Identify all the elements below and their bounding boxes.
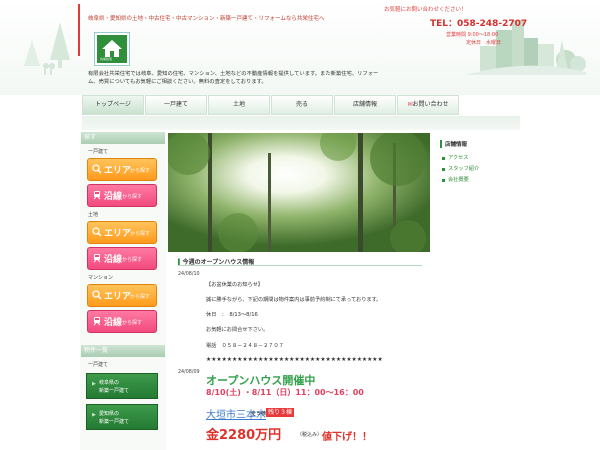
train-icon <box>93 191 101 200</box>
house-area-search-button[interactable]: エリア から探す <box>87 158 157 181</box>
nav-sell-label: 売る <box>295 101 308 108</box>
gifu-listing-line2: 新築一戸建て <box>99 388 130 394</box>
train-icon <box>93 317 101 326</box>
company-logo[interactable]: 共栄住宅 <box>95 33 129 65</box>
train-icon <box>93 254 101 263</box>
open-house-title: オープンハウス開催中 <box>206 374 316 387</box>
magnifier-icon <box>92 290 102 300</box>
sidebar-category-mansion: マンション <box>88 275 114 281</box>
nav-store-label: 店舗情報 <box>352 101 377 108</box>
nav-house[interactable]: 一戸建て <box>145 95 207 119</box>
staff-link[interactable]: スタッフ紹介 <box>448 165 479 172</box>
sidebar-category-land: 土地 <box>88 212 99 218</box>
area-label: エリア <box>104 292 132 302</box>
search-suffix: から探す <box>130 231 151 237</box>
aichi-listing-line1: 愛知県の <box>99 411 120 417</box>
entry-line: お気軽にお問合せ下さい。 <box>206 327 269 333</box>
closed-day: 定休日 水曜日 <box>466 40 502 46</box>
land-line-search-button[interactable]: 沿線 から探す <box>87 247 157 270</box>
search-suffix: から探す <box>122 320 143 326</box>
search-suffix: から探す <box>130 168 151 174</box>
open-house-dates: 8/10(土) ・8/11（日）11：00～16：00 <box>206 388 364 397</box>
line-label: 沿線 <box>104 192 123 202</box>
entry-line: 【お盆休業のお知らせ】 <box>206 282 263 288</box>
forest-photo <box>168 133 430 252</box>
nav-top[interactable]: トップページ <box>82 95 144 115</box>
gifu-listing-button[interactable]: ▶ 岐阜県の 新築一戸建て <box>86 373 158 399</box>
entry-date: 24/08/10 <box>178 272 200 277</box>
magnifier-icon <box>92 227 102 237</box>
line-label: 沿線 <box>104 255 123 265</box>
search-suffix: から探す <box>122 194 143 200</box>
trees-illustration <box>24 22 70 75</box>
nav-land-label: 土地 <box>232 101 245 108</box>
tax-note: （税込み） <box>297 432 323 438</box>
store-info-heading: 店舗情報 <box>440 140 467 148</box>
right-margin <box>520 95 600 450</box>
contact-link[interactable]: お気軽にお問い合わせください！ <box>384 5 467 13</box>
entry-line: 休日 ： 8/13～8/16 <box>206 312 258 318</box>
entry-date: 24/08/09 <box>178 370 200 375</box>
sidebar-category-house: 一戸建て <box>88 149 109 155</box>
left-sidebar: 探す 一戸建て エリア から探す 沿線 から探す 土地 エリア から探す 沿線 … <box>80 132 166 450</box>
remaining-badge: 残り３棟 <box>266 408 295 417</box>
price-down-label: 値下げ！！ <box>322 432 372 443</box>
phone-number: TEL：058-248-2707 <box>430 19 528 29</box>
nav-sell[interactable]: 売る <box>271 95 333 119</box>
access-link[interactable]: アクセス <box>448 154 469 161</box>
search-suffix: から探す <box>122 257 143 263</box>
aichi-listing-line2: 新築一戸建て <box>99 419 130 425</box>
area-label: エリア <box>104 229 132 239</box>
entry-line: 電話 ０５８－２４８－２７０７ <box>206 343 284 349</box>
nav-house-label: 一戸建て <box>163 101 188 108</box>
search-suffix: から探す <box>130 294 151 300</box>
section-divider <box>178 265 422 266</box>
house-line-search-button[interactable]: 沿線 から探す <box>87 184 157 207</box>
nav-contact[interactable]: ✉お問い合わせ <box>397 95 459 115</box>
land-area-search-button[interactable]: エリア から探す <box>87 221 157 244</box>
mansion-area-search-button[interactable]: エリア から探す <box>87 284 157 307</box>
unit-count: 全５棟 <box>251 411 267 417</box>
arrow-right-icon: ▶ <box>92 381 96 387</box>
site-description: 有限会社共栄住宅では岐阜、愛知の住宅、マンション、土地などの不動産情報を提供して… <box>88 71 379 85</box>
site-tagline: 岐阜県・愛知県の土地・中古住宅・中古マンション・新築一戸建て・リフォームなら共栄… <box>88 16 325 22</box>
nav-contact-label: お問い合わせ <box>412 101 449 108</box>
line-label: 沿線 <box>104 318 123 328</box>
open-house-price: 金2280万円 <box>206 428 282 443</box>
arrow-right-icon: ▶ <box>92 412 96 418</box>
sidebar-listing-category: 一戸建て <box>88 362 109 368</box>
left-margin <box>0 95 80 450</box>
bullet-icon <box>442 157 445 160</box>
sidebar-heading-search: 探す <box>81 132 165 144</box>
main-nav: トップページ 一戸建て 土地 売る 店舗情報 ✉お問い合わせ <box>82 95 520 119</box>
header-accent-line <box>78 4 80 56</box>
nav-top-label: トップページ <box>95 101 131 108</box>
bullet-icon <box>442 168 445 171</box>
company-link[interactable]: 会社概要 <box>448 176 469 183</box>
area-label: エリア <box>104 166 132 176</box>
nav-store[interactable]: 店舗情報 <box>334 95 396 119</box>
star-divider: ★★★★★★★★★★★★★★★★★★★★★★★★★★★★★★★★★★ <box>206 357 383 363</box>
nav-band <box>82 116 520 130</box>
nav-land[interactable]: 土地 <box>208 95 270 119</box>
business-hours: 営業時間 9:00～18:00 定休日 水曜日 <box>446 31 501 47</box>
logo-text: 共栄住宅 <box>100 57 113 61</box>
gifu-listing-line1: 岐阜県の <box>99 380 120 386</box>
magnifier-icon <box>92 164 102 174</box>
mansion-line-search-button[interactable]: 沿線 から探す <box>87 310 157 333</box>
sidebar-heading-listings: 物件一覧 <box>81 345 165 357</box>
aichi-listing-button[interactable]: ▶ 愛知県の 新築一戸建て <box>86 404 158 430</box>
bullet-icon <box>442 179 445 182</box>
hours-value: 9:00～18:00 <box>467 32 499 38</box>
entry-line: 誠に勝手ながら、下記の期間は物件案内は事前予約制にて承っております。 <box>206 297 382 303</box>
hours-label: 営業時間 <box>446 32 467 38</box>
